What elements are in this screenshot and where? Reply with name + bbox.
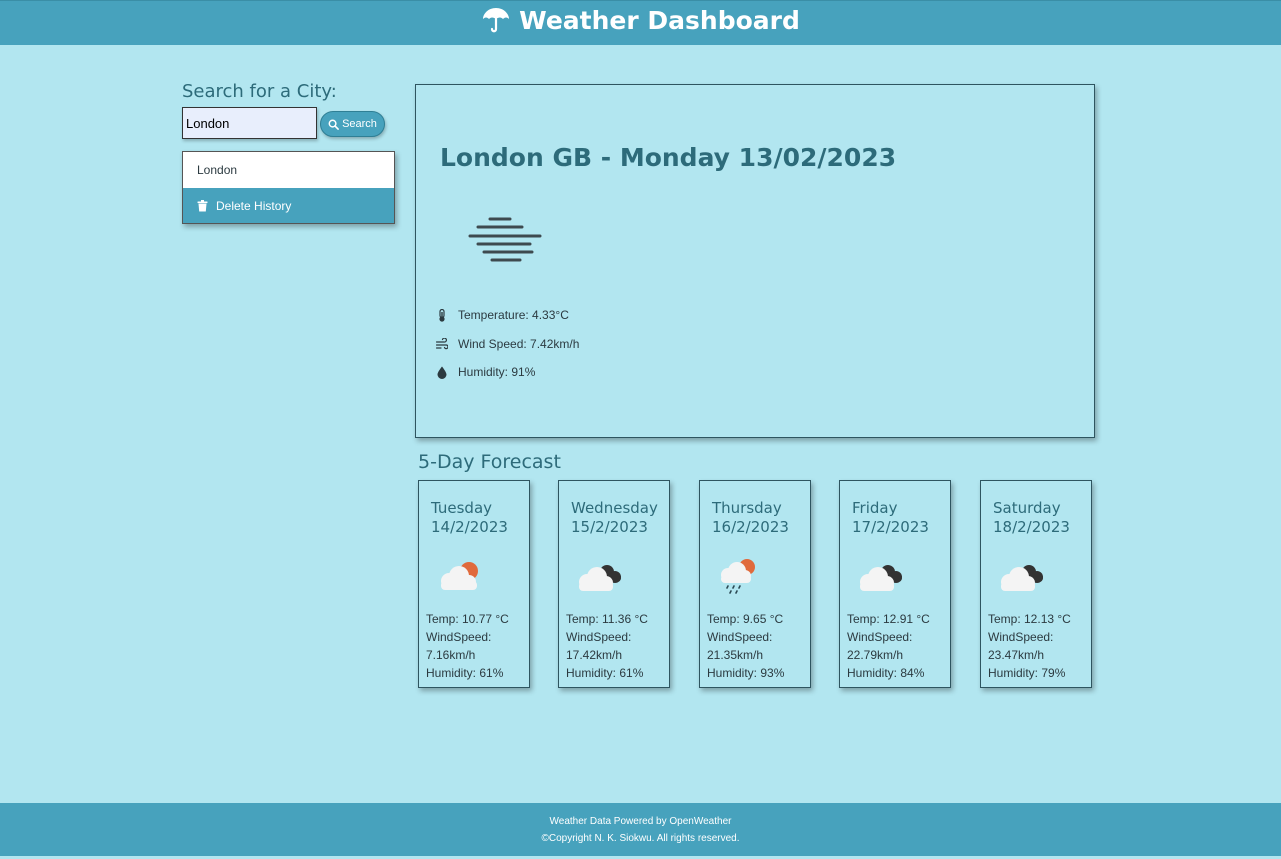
forecast-info: Temp: 10.77 °C WindSpeed: 7.16km/h Humid… (426, 610, 528, 682)
delete-history-button[interactable]: Delete History (183, 188, 394, 223)
forecast-wind-label: WindSpeed: (988, 630, 1054, 644)
forecast-humidity: Humidity: 79% (988, 666, 1066, 680)
forecast-card: Wednesday 15/2/2023 Temp: 11.36 °C WindS… (558, 480, 670, 688)
forecast-heading: 5-Day Forecast (418, 451, 561, 473)
broken-clouds-icon (1001, 565, 1043, 591)
forecast-humidity: Humidity: 61% (566, 666, 644, 680)
forecast-day: Friday 17/2/2023 (852, 499, 929, 537)
delete-history-label: Delete History (216, 198, 292, 213)
forecast-card: Thursday 16/2/2023 Temp: 9.65 °C WindSpe… (699, 480, 811, 688)
page-footer: Weather Data Powered by OpenWeather ©Cop… (0, 803, 1281, 856)
history-item[interactable]: London (183, 152, 394, 188)
forecast-wind: 22.79km/h (847, 648, 904, 662)
current-humidity: Humidity: 91% (436, 365, 535, 379)
umbrella-icon (483, 8, 510, 33)
history-item-label: London (197, 163, 238, 177)
current-weather-panel: London GB - Monday 13/02/2023 Temperatur… (415, 84, 1095, 438)
humidity-text: Humidity: 91% (458, 365, 536, 379)
forecast-card: Saturday 18/2/2023 Temp: 12.13 °C WindSp… (980, 480, 1092, 688)
broken-clouds-icon (860, 565, 902, 591)
forecast-info: Temp: 12.91 °C WindSpeed: 22.79km/h Humi… (847, 610, 949, 682)
forecast-wind: 7.16km/h (426, 648, 476, 662)
forecast-card: Tuesday 14/2/2023 Temp: 10.77 °C WindSpe… (418, 480, 530, 688)
app-title-text: Weather Dashboard (519, 5, 800, 35)
app-title: Weather Dashboard (481, 5, 800, 35)
forecast-day-name: Friday (852, 499, 898, 517)
city-search-input[interactable] (182, 107, 317, 139)
forecast-temp: Temp: 9.65 °C (707, 612, 784, 626)
forecast-day-name: Wednesday (571, 499, 658, 517)
temperature-text: Temperature: 4.33°C (458, 308, 569, 322)
search-heading: Search for a City: (182, 81, 337, 102)
forecast-wind: 17.42km/h (566, 648, 623, 662)
forecast-date: 15/2/2023 (571, 518, 648, 536)
droplet-icon (437, 366, 447, 379)
forecast-info: Temp: 11.36 °C WindSpeed: 17.42km/h Humi… (566, 610, 668, 682)
current-temperature: Temperature: 4.33°C (436, 308, 569, 322)
forecast-wind-label: WindSpeed: (566, 630, 632, 644)
footer-credit: Weather Data Powered by OpenWeather (549, 815, 732, 827)
forecast-wind-label: WindSpeed: (426, 630, 492, 644)
search-button[interactable]: Search (320, 111, 385, 137)
forecast-humidity: Humidity: 84% (847, 666, 925, 680)
cloud-sun-icon (441, 562, 478, 590)
forecast-temp: Temp: 11.36 °C (566, 612, 648, 626)
rain-sun-icon (721, 559, 755, 594)
forecast-wind: 23.47km/h (988, 648, 1045, 662)
mist-icon (468, 217, 542, 262)
forecast-card: Friday 17/2/2023 Temp: 12.91 °C WindSpee… (839, 480, 951, 688)
forecast-day-name: Thursday (712, 499, 782, 517)
forecast-humidity: Humidity: 61% (426, 666, 504, 680)
forecast-date: 14/2/2023 (431, 518, 508, 536)
search-icon (328, 119, 339, 130)
broken-clouds-icon (579, 565, 621, 591)
thermometer-icon (439, 308, 445, 322)
forecast-temp: Temp: 12.13 °C (988, 612, 1071, 626)
forecast-date: 17/2/2023 (852, 518, 929, 536)
forecast-wind-label: WindSpeed: (707, 630, 773, 644)
forecast-temp: Temp: 10.77 °C (426, 612, 509, 626)
forecast-temp: Temp: 12.91 °C (847, 612, 930, 626)
forecast-info: Temp: 9.65 °C WindSpeed: 21.35km/h Humid… (707, 610, 809, 682)
search-button-label: Search (342, 118, 377, 130)
trash-icon (197, 199, 208, 211)
wind-text: Wind Speed: 7.42km/h (458, 337, 580, 351)
forecast-day: Saturday 18/2/2023 (993, 499, 1070, 537)
current-city-title: London GB - Monday 13/02/2023 (440, 143, 897, 172)
search-history: London Delete History (182, 151, 395, 224)
forecast-date: 16/2/2023 (712, 518, 789, 536)
wind-icon (436, 337, 448, 349)
forecast-day: Wednesday 15/2/2023 (571, 499, 658, 537)
forecast-day: Tuesday 14/2/2023 (431, 499, 508, 537)
forecast-day-name: Tuesday (431, 499, 493, 517)
forecast-day: Thursday 16/2/2023 (712, 499, 789, 537)
current-wind: Wind Speed: 7.42km/h (436, 337, 579, 351)
app-header: Weather Dashboard (0, 0, 1281, 45)
forecast-date: 18/2/2023 (993, 518, 1070, 536)
forecast-day-name: Saturday (993, 499, 1061, 517)
footer-copyright: ©Copyright N. K. Siokwu. All rights rese… (541, 832, 740, 844)
forecast-wind-label: WindSpeed: (847, 630, 913, 644)
forecast-humidity: Humidity: 93% (707, 666, 785, 680)
forecast-info: Temp: 12.13 °C WindSpeed: 23.47km/h Humi… (988, 610, 1090, 682)
forecast-wind: 21.35km/h (707, 648, 764, 662)
